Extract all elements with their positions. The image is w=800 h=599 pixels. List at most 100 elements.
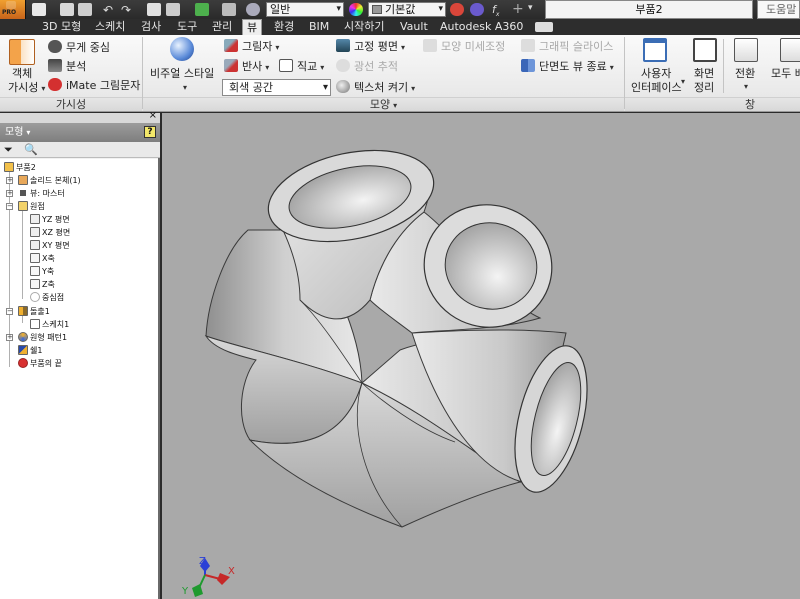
tree-item-shell1[interactable]: 쉘1 — [18, 344, 42, 357]
reflections-button[interactable]: 반사 ▾ — [224, 59, 269, 75]
object-visibility-icon[interactable] — [9, 39, 35, 65]
clean-screen-label-1[interactable]: 화면 — [694, 67, 714, 81]
background-dropdown[interactable]: 회색 공간 — [222, 79, 331, 96]
switch-dropdown[interactable]: ▾ — [741, 79, 748, 94]
tree-item-extrude1[interactable]: 돌출1 — [18, 305, 50, 318]
add-icon[interactable]: + — [512, 2, 526, 16]
end-section-view-button[interactable]: 단면도 뷰 종료 ▾ — [521, 59, 614, 75]
home-icon[interactable] — [147, 3, 161, 16]
find-icon[interactable]: 🔍 — [24, 143, 38, 156]
update-icon[interactable] — [195, 3, 209, 16]
parameters-icon[interactable]: fx — [492, 3, 506, 18]
appearance-panel-title: 모양 ▾ — [143, 97, 624, 111]
expand-view-rep[interactable]: + — [6, 190, 13, 197]
orthographic-button[interactable]: 직교 ▾ — [279, 59, 324, 75]
tree-item-part[interactable]: 부품2 — [4, 161, 36, 174]
ribbon: 객체 가시성 ▾ 무게 중심 분석 iMate 그림문자 가시성 비주얼 스타일 … — [0, 35, 800, 112]
user-interface-dropdown[interactable]: ▾ — [678, 74, 685, 89]
tab-bim[interactable]: BIM — [309, 19, 329, 35]
clean-screen-label-2[interactable]: 정리 — [694, 81, 714, 95]
ray-tracing-button[interactable]: 광선 추적 — [336, 59, 398, 74]
collapse-origin[interactable]: − — [6, 203, 13, 210]
analysis-button[interactable]: 분석 — [48, 59, 86, 74]
help-search-box[interactable]: 도움말 — [757, 0, 800, 19]
user-interface-label-1[interactable]: 사용자 — [641, 67, 671, 81]
project-icon[interactable] — [246, 3, 260, 16]
imate-glyph-button[interactable]: iMate 그림문자 — [48, 78, 140, 93]
tree-item-yz-plane[interactable]: YZ 평면 — [30, 213, 70, 226]
arrange-all-icon[interactable] — [780, 38, 800, 62]
tree-item-solid-bodies[interactable]: 솔리드 본체(1) — [18, 174, 81, 187]
tab-manage[interactable]: 관리 — [212, 19, 232, 35]
save-icon[interactable] — [78, 3, 92, 16]
clean-screen-icon[interactable] — [693, 38, 717, 62]
tab-tools[interactable]: 도구 — [177, 19, 197, 35]
tree-item-sketch1[interactable]: 스케치1 — [30, 318, 69, 331]
tab-vault[interactable]: Vault — [400, 19, 428, 35]
tree-item-x-axis[interactable]: X축 — [30, 252, 55, 265]
visual-style-icon[interactable] — [170, 37, 194, 61]
material-dropdown[interactable]: 일반 — [266, 2, 344, 17]
undo-icon[interactable]: ↶ — [103, 3, 117, 17]
tree-item-xz-plane[interactable]: XZ 평면 — [30, 226, 70, 239]
texture-icon — [336, 80, 350, 93]
tab-inspect[interactable]: 검사 — [141, 19, 161, 35]
arrange-all-button[interactable]: 모두 배 — [771, 67, 800, 81]
adjust-appearance-icon[interactable] — [450, 3, 464, 16]
tree-item-xy-plane[interactable]: XY 평면 — [30, 239, 70, 252]
z-axis-label: Z — [199, 556, 206, 567]
redo-icon[interactable]: ↷ — [121, 3, 135, 17]
tree-item-y-axis[interactable]: Y축 — [30, 265, 54, 278]
measure-icon[interactable] — [222, 3, 236, 16]
collapse-extrude[interactable]: − — [6, 308, 13, 315]
analysis-icon — [48, 59, 62, 72]
tab-a360[interactable]: Autodesk A360 — [440, 19, 523, 35]
help-icon[interactable]: ? — [144, 126, 156, 138]
tab-3d-model[interactable]: 3D 모형 — [42, 19, 81, 35]
tree-item-z-axis[interactable]: Z축 — [30, 278, 55, 291]
origin-folder-icon — [18, 201, 28, 211]
tab-view[interactable]: 뷰 — [242, 19, 263, 35]
appearance-dropdown[interactable]: 기본값 — [368, 2, 446, 17]
tree-item-view-master[interactable]: 뷰: 마스터 — [18, 187, 65, 200]
ray-tracing-icon — [336, 59, 350, 72]
application-menu-button[interactable]: PRO — [0, 0, 26, 19]
expand-solid-bodies[interactable]: + — [6, 177, 13, 184]
ribbon-display-toggle[interactable] — [535, 22, 553, 32]
close-icon[interactable]: × — [149, 110, 157, 121]
tab-sketch[interactable]: 스케치 — [95, 19, 125, 35]
user-interface-icon[interactable] — [643, 38, 667, 62]
center-point-icon — [30, 292, 40, 302]
customize-dropdown-icon[interactable]: ▾ — [528, 3, 542, 16]
user-interface-label-2[interactable]: 인터페이스 — [631, 81, 682, 95]
object-visibility-label-2[interactable]: 가시성 ▾ — [8, 81, 45, 96]
tree-item-end-of-part[interactable]: 부품의 끝 — [18, 357, 62, 370]
new-file-icon[interactable] — [32, 3, 46, 16]
color-wheel-icon[interactable] — [349, 3, 363, 16]
visual-style-dropdown[interactable]: ▾ — [180, 80, 187, 95]
select-icon[interactable] — [166, 3, 180, 16]
ribbon-tab-bar: 3D 모형 스케치 검사 도구 관리 뷰 환경 BIM 시작하기 Vault A… — [0, 19, 800, 35]
shadows-button[interactable]: 그림자 ▾ — [224, 39, 279, 55]
tree-item-circular-pattern1[interactable]: 원형 패턴1 — [18, 331, 67, 344]
graphics-window[interactable]: Z X Y — [162, 113, 800, 599]
tree-item-center-point[interactable]: 중심점 — [30, 291, 64, 304]
ground-plane-button[interactable]: 고정 평면 ▾ — [336, 39, 405, 55]
object-visibility-label-1[interactable]: 객체 — [12, 67, 32, 81]
browser-header[interactable]: 모형 ▾ ? — [0, 123, 160, 142]
visual-style-button[interactable]: 비주얼 스타일 — [150, 67, 214, 81]
open-file-icon[interactable] — [60, 3, 74, 16]
clear-appearance-icon[interactable] — [470, 3, 484, 16]
appearance-adjust-button[interactable]: 모양 미세조정 — [423, 39, 505, 54]
model-view[interactable]: Z X Y — [162, 113, 800, 599]
switch-windows-icon[interactable] — [734, 38, 758, 62]
tab-environments[interactable]: 환경 — [274, 19, 294, 35]
view-rep-icon — [18, 188, 28, 198]
center-of-gravity-button[interactable]: 무게 중심 — [48, 40, 110, 55]
expand-circular-pattern[interactable]: + — [6, 334, 13, 341]
texture-on-button[interactable]: 텍스처 켜기 ▾ — [336, 80, 415, 96]
tab-get-started[interactable]: 시작하기 — [344, 19, 384, 35]
filter-icon[interactable]: ⏷ — [4, 143, 13, 157]
graphics-slice-button[interactable]: 그래픽 슬라이스 — [521, 39, 613, 54]
tree-item-origin[interactable]: 원점 — [18, 200, 45, 213]
